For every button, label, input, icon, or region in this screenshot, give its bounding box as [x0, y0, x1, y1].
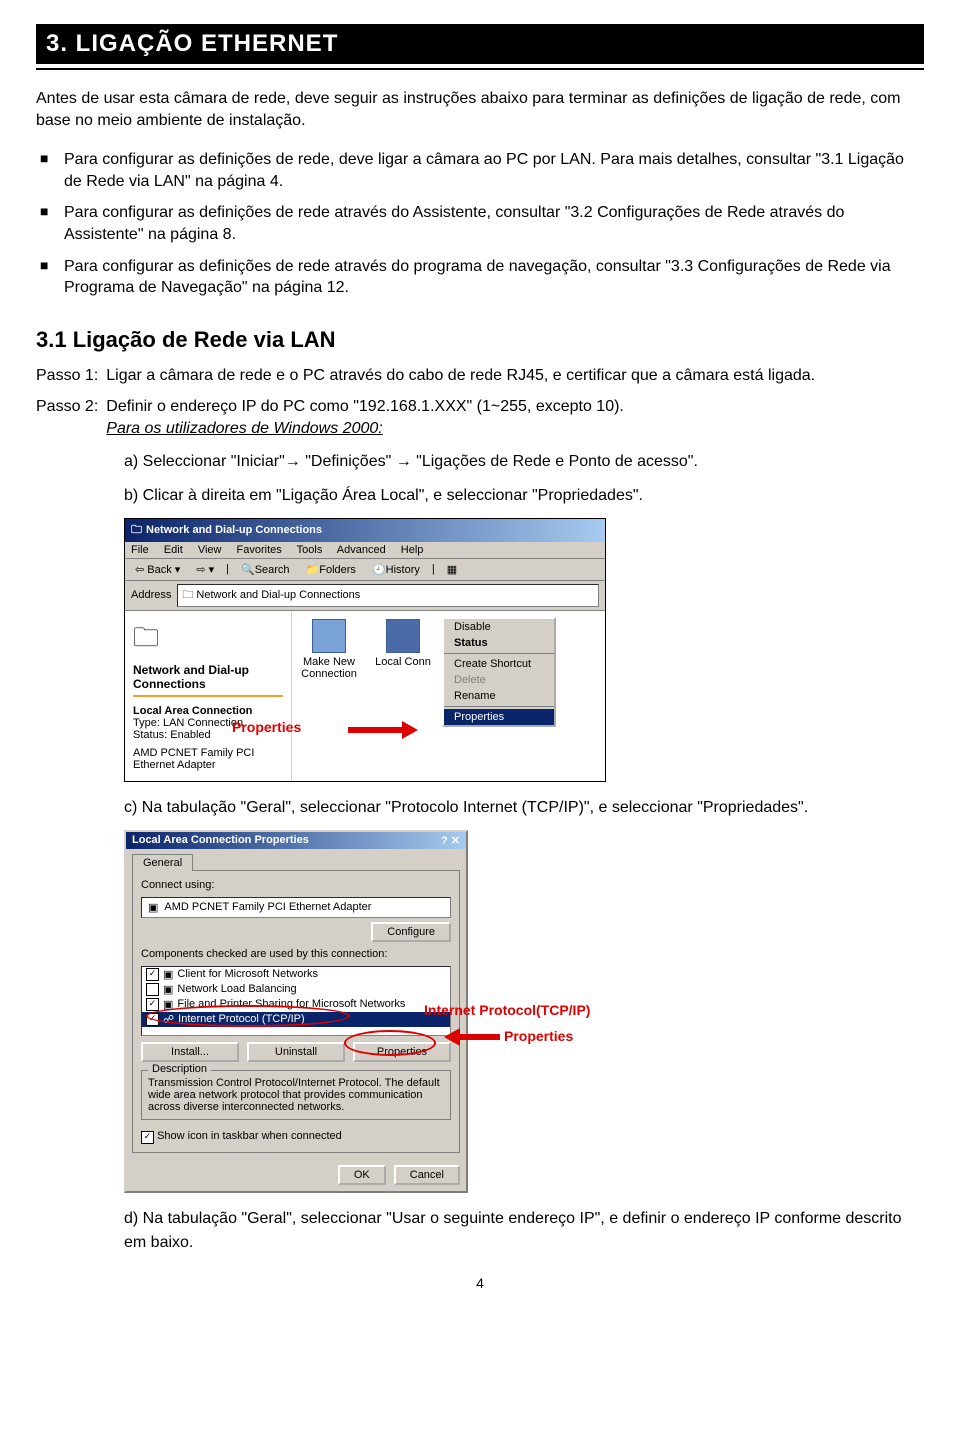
description-legend: Description: [148, 1063, 211, 1075]
ok-button[interactable]: OK: [338, 1165, 386, 1185]
menu-item[interactable]: Tools: [297, 544, 323, 556]
menu-item[interactable]: Advanced: [337, 544, 386, 556]
left-pane: 🗀 Network and Dial-up Connections Local …: [125, 611, 292, 781]
menu-item[interactable]: Help: [401, 544, 424, 556]
substep-c: c) Na tabulação "Geral", seleccionar "Pr…: [124, 796, 924, 820]
menu-item[interactable]: File: [131, 544, 149, 556]
section-title: 3. LIGAÇÃO ETHERNET: [46, 30, 914, 58]
step-2-underline: Para os utilizadores de Windows 2000:: [106, 418, 924, 440]
tab-strip: General: [126, 849, 466, 870]
annotation-properties-label: Properties: [504, 1028, 573, 1044]
step-2-line1: Definir o endereço IP do PC como "192.16…: [106, 396, 924, 418]
step-label: Passo 2:: [36, 396, 98, 439]
lac-adapter: AMD PCNET Family PCI Ethernet Adapter: [133, 747, 283, 771]
cancel-button[interactable]: Cancel: [394, 1165, 460, 1185]
bullet-item: Para configurar as definições de rede at…: [36, 256, 924, 299]
list-item[interactable]: ▣Network Load Balancing: [142, 982, 450, 997]
ctx-create-shortcut[interactable]: Create Shortcut: [444, 656, 554, 672]
local-area-connection-icon[interactable]: Local Conn: [374, 619, 432, 680]
components-label: Components checked are used by this conn…: [141, 948, 451, 960]
description-text: Transmission Control Protocol/Internet P…: [148, 1077, 444, 1113]
dialog-buttons: ? ✕: [441, 834, 460, 847]
win2k-window: 🗀 Network and Dial-up Connections File E…: [124, 518, 606, 782]
uninstall-button[interactable]: Uninstall: [247, 1042, 345, 1062]
annotation-arrow-icon: [348, 723, 418, 737]
folders-button[interactable]: 📁Folders: [302, 562, 360, 577]
step-body: Definir o endereço IP do PC como "192.16…: [106, 396, 924, 439]
step-2: Passo 2: Definir o endereço IP do PC com…: [36, 396, 924, 439]
adapter-field: ▣ AMD PCNET Family PCI Ethernet Adapter: [141, 897, 451, 918]
menu-item[interactable]: View: [198, 544, 222, 556]
annotation-arrow-icon: [444, 1030, 500, 1044]
address-field[interactable]: 🗀 Network and Dial-up Connections: [177, 584, 599, 607]
substep-a: a) Seleccionar "Iniciar"→ "Definições" →…: [124, 450, 924, 474]
folder-icon: 🗀: [131, 521, 142, 540]
menu-item[interactable]: Edit: [164, 544, 183, 556]
search-button[interactable]: 🔍Search: [237, 562, 294, 577]
fwd-button[interactable]: ⇨ ▾: [192, 562, 218, 577]
substep-b: b) Clicar à direita em "Ligação Área Loc…: [124, 484, 924, 508]
annotation-tcpip-label: Internet Protocol(TCP/IP): [424, 1002, 590, 1018]
annotation-oval-tcpip: [146, 1005, 350, 1027]
connect-using-label: Connect using:: [141, 879, 451, 891]
menu-bar: File Edit View Favorites Tools Advanced …: [125, 542, 605, 559]
screenshot-lac-properties: Local Area Connection Properties ? ✕ Gen…: [124, 830, 604, 1193]
dialog-lac-properties: Local Area Connection Properties ? ✕ Gen…: [124, 830, 468, 1193]
window-title-text: Network and Dial-up Connections: [146, 524, 322, 536]
bullet-item: Para configurar as definições de rede, d…: [36, 149, 924, 192]
address-label: Address: [131, 589, 171, 601]
right-pane: Make New Connection Local Conn Disable S…: [292, 611, 605, 781]
bullet-list: Para configurar as definições de rede, d…: [36, 149, 924, 299]
menu-item[interactable]: Favorites: [237, 544, 282, 556]
annotation-oval-properties: [344, 1030, 436, 1056]
history-button[interactable]: 🕘History: [368, 562, 424, 577]
install-button[interactable]: Install...: [141, 1042, 239, 1062]
make-new-connection-icon[interactable]: Make New Connection: [300, 619, 358, 680]
step-label: Passo 1:: [36, 365, 98, 387]
dialog-titlebar: Local Area Connection Properties ? ✕: [126, 832, 466, 849]
left-pane-header: Network and Dial-up Connections: [133, 663, 283, 691]
bullet-item: Para configurar as definições de rede at…: [36, 202, 924, 245]
ctx-properties[interactable]: Properties: [444, 709, 554, 725]
section-title-box: 3. LIGAÇÃO ETHERNET: [36, 24, 924, 64]
intro-paragraph: Antes de usar esta câmara de rede, deve …: [36, 88, 924, 131]
title-underline: [36, 68, 924, 70]
context-menu: Disable Status Create Shortcut Delete Re…: [442, 617, 556, 727]
ctx-disable[interactable]: Disable: [444, 619, 554, 635]
step-1: Passo 1: Ligar a câmara de rede e o PC a…: [36, 365, 924, 387]
dialog-title-text: Local Area Connection Properties: [132, 834, 309, 847]
toolbar-icon[interactable]: ▦: [443, 562, 461, 577]
window-titlebar: 🗀 Network and Dial-up Connections: [125, 519, 605, 542]
configure-button[interactable]: Configure: [371, 922, 451, 942]
nic-icon: ▣: [148, 901, 158, 914]
ctx-delete: Delete: [444, 672, 554, 688]
list-item[interactable]: ✓▣Client for Microsoft Networks: [142, 967, 450, 982]
tab-general[interactable]: General: [132, 854, 193, 871]
page-number: 4: [36, 1275, 924, 1291]
back-button[interactable]: ⇦ Back ▾: [131, 562, 184, 577]
description-group: Description Transmission Control Protoco…: [141, 1070, 451, 1120]
screenshot-network-connections: 🗀 Network and Dial-up Connections File E…: [124, 518, 924, 782]
lac-name: Local Area Connection: [133, 705, 283, 717]
substep-d: d) Na tabulação "Geral", seleccionar "Us…: [124, 1207, 924, 1255]
ctx-status[interactable]: Status: [444, 635, 554, 651]
subsection-heading: 3.1 Ligação de Rede via LAN: [36, 327, 924, 353]
step-body: Ligar a câmara de rede e o PC através do…: [106, 365, 924, 387]
address-bar: Address 🗀 Network and Dial-up Connection…: [125, 581, 605, 611]
toolbar: ⇦ Back ▾ ⇨ ▾ | 🔍Search 📁Folders 🕘History…: [125, 559, 605, 581]
ctx-rename[interactable]: Rename: [444, 688, 554, 704]
show-icon-row[interactable]: ✓ Show icon in taskbar when connected: [141, 1130, 451, 1144]
annotation-properties-label: Properties: [232, 719, 301, 735]
